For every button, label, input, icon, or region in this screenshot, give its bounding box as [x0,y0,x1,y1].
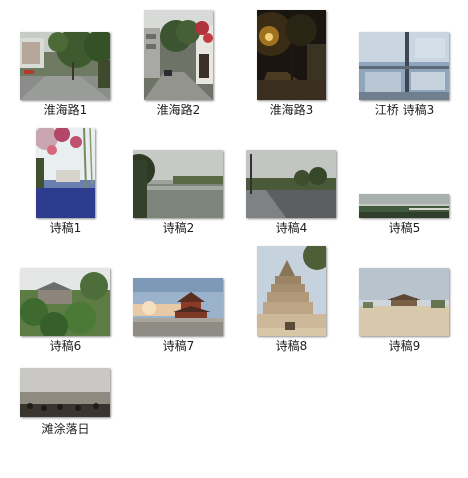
photo-thumbnail [133,278,223,336]
photo-thumbnail [20,368,110,417]
photo-thumbnail [20,268,110,336]
file-name-label: 淮海路1 [43,103,88,117]
photo-thumbnail [359,32,449,100]
file-name-label: 诗稿4 [275,221,308,235]
file-name-label: 江桥 诗稿3 [374,103,435,117]
file-item-poem-1[interactable]: 诗稿1 [9,124,122,242]
file-item-poem-5[interactable]: 诗稿5 [348,124,461,242]
file-name-label: 滩涂落日 [41,422,90,436]
photo-thumbnail [257,10,326,100]
file-item-poem-2[interactable]: 诗稿2 [122,124,235,242]
photo-thumbnail [359,194,449,218]
photo-thumbnail [133,150,223,218]
file-item-poem-8[interactable]: 诗稿8 [235,242,348,360]
file-item-poem-6[interactable]: 诗稿6 [9,242,122,360]
file-item-huaihai-road-3[interactable]: 淮海路3 [235,6,348,124]
file-item-poem-9[interactable]: 诗稿9 [348,242,461,360]
file-name-label: 诗稿6 [49,339,82,353]
photo-thumbnail [246,150,336,218]
photo-thumbnail [359,268,449,336]
file-name-label: 淮海路3 [269,103,314,117]
file-item-huaihai-road-1[interactable]: 淮海路1 [9,6,122,124]
photo-thumbnail [20,32,110,100]
file-name-label: 诗稿2 [162,221,195,235]
file-item-huaihai-road-2[interactable]: 淮海路2 [122,6,235,124]
thumbnail-grid: 淮海路1 淮海路2 淮海路3 江桥 诗稿3 诗稿1 诗稿2 诗稿4 诗稿5 诗稿… [0,0,468,456]
file-item-poem-4[interactable]: 诗稿4 [235,124,348,242]
photo-thumbnail [257,246,326,336]
file-item-poem-7[interactable]: 诗稿7 [122,242,235,360]
file-name-label: 诗稿8 [275,339,308,353]
file-item-tidal-flat-sunset[interactable]: 滩涂落日 [9,360,122,478]
file-name-label: 诗稿9 [388,339,421,353]
photo-thumbnail [144,10,213,100]
photo-thumbnail [36,128,95,218]
file-name-label: 诗稿5 [388,221,421,235]
file-name-label: 诗稿1 [49,221,82,235]
file-name-label: 淮海路2 [156,103,201,117]
file-item-jiangqiao-poem-3[interactable]: 江桥 诗稿3 [348,6,461,124]
file-name-label: 诗稿7 [162,339,195,353]
